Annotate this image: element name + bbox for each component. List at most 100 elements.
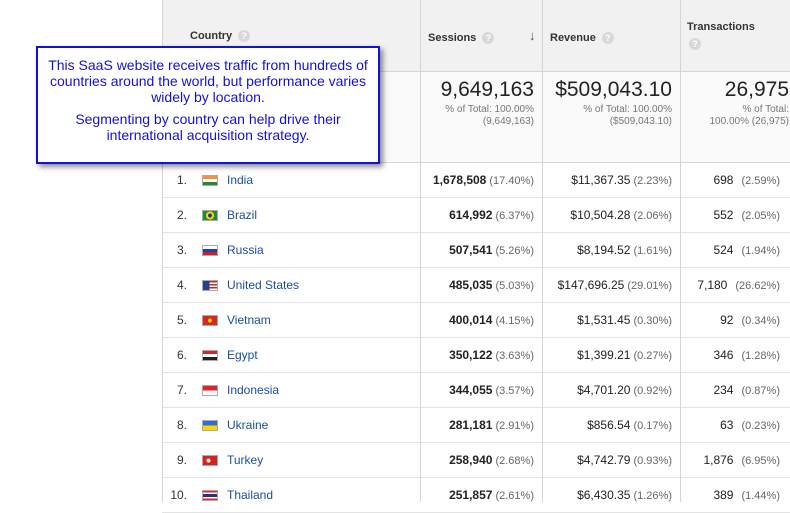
sessions-cell: 485,035 (5.03%) (420, 268, 534, 302)
turkey-flag-icon (202, 455, 218, 466)
revenue-cell: $856.54 (0.17%) (542, 408, 672, 442)
transactions-column-header[interactable]: Transactions (687, 21, 755, 33)
sessions-pct: (6.37%) (495, 210, 534, 222)
sessions-cell: 258,940 (2.68%) (420, 443, 534, 477)
country-link[interactable]: Brazil (227, 198, 257, 232)
sessions-value: 344,055 (449, 383, 493, 397)
revenue-value: $8,194.52 (577, 243, 631, 257)
brazil-flag-icon (202, 210, 218, 221)
row-rank: 3. (176, 243, 187, 257)
total-sessions-abs: (9,649,163) (482, 116, 534, 127)
sessions-pct: (4.15%) (495, 315, 534, 327)
thailand-flag-icon (202, 490, 218, 501)
indonesia-flag-icon (202, 385, 218, 396)
table-row: 6. Egypt 350,122 (3.63%) $1,399.21 (0.27%) 346… (162, 338, 790, 373)
sort-descending-icon[interactable]: ↓ (529, 28, 536, 43)
transactions-cell: 552 (2.05%) (684, 198, 780, 232)
india-flag-icon (202, 175, 218, 186)
help-icon[interactable]: ? (238, 30, 251, 43)
transactions-pct: (1.44%) (741, 490, 780, 502)
column-divider (542, 0, 543, 502)
sessions-column-header[interactable]: Sessions? (428, 32, 495, 45)
sessions-cell: 507,541 (5.26%) (420, 233, 534, 267)
country-link[interactable]: Indonesia (227, 373, 279, 407)
column-divider (420, 0, 421, 502)
country-link[interactable]: Thailand (227, 478, 273, 512)
transactions-cell: 234 (0.87%) (684, 373, 780, 407)
transactions-cell: 7,180 (26.62%) (684, 268, 780, 302)
row-rank: 4. (176, 278, 187, 292)
russia-flag-icon (202, 245, 218, 256)
revenue-value: $1,399.21 (577, 348, 631, 362)
country-link[interactable]: Vietnam (227, 303, 271, 337)
table-row: 5. Vietnam 400,014 (4.15%) $1,531.45 (0.30%) 9… (162, 303, 790, 338)
sessions-value: 251,857 (449, 488, 493, 502)
transactions-value: 1,876 (703, 453, 734, 467)
transactions-pct: (1.28%) (741, 350, 780, 362)
transactions-pct: (0.87%) (741, 385, 780, 397)
sessions-pct: (2.68%) (495, 455, 534, 467)
column-divider (680, 0, 681, 502)
usa-flag-icon (202, 280, 218, 291)
country-column-header[interactable]: Country? (190, 30, 251, 43)
country-header-label: Country (190, 30, 233, 42)
sessions-pct: (17.40%) (489, 175, 534, 187)
transactions-cell: 524 (1.94%) (684, 233, 780, 267)
table-row: 7. Indonesia 344,055 (3.57%) $4,701.20 (0.92%… (162, 373, 790, 408)
table-row: 8. Ukraine 281,181 (2.91%) $856.54 (0.17%) 63(… (162, 408, 790, 443)
revenue-cell: $10,504.28 (2.06%) (542, 198, 672, 232)
row-rank: 7. (176, 383, 187, 397)
sessions-header-label: Sessions (428, 32, 477, 44)
transactions-value: 524 (713, 243, 734, 257)
revenue-column-header[interactable]: Revenue? (550, 32, 614, 45)
sessions-cell: 344,055 (3.57%) (420, 373, 534, 407)
sessions-header-cell[interactable]: Sessions? ↓ (421, 0, 542, 72)
country-link[interactable]: India (227, 163, 253, 197)
sessions-pct: (3.57%) (495, 385, 534, 397)
row-rank: 9. (176, 453, 187, 467)
total-revenue-value: $509,043.10 (555, 78, 672, 101)
row-rank: 2. (176, 208, 187, 222)
vietnam-flag-icon (202, 315, 218, 326)
revenue-cell: $11,367.35 (2.23%) (542, 163, 672, 197)
country-link[interactable]: Egypt (227, 338, 258, 372)
transactions-cell: 346 (1.28%) (684, 338, 780, 372)
sessions-pct: (2.61%) (495, 490, 534, 502)
transactions-pct: (26.62%) (735, 280, 780, 292)
sessions-cell: 350,122 (3.63%) (420, 338, 534, 372)
transactions-header-cell[interactable]: Transactions ? (681, 0, 790, 72)
country-link[interactable]: Turkey (227, 443, 263, 477)
callout-text-2: Segmenting by country can help drive the… (75, 111, 341, 143)
sessions-value: 400,014 (449, 313, 493, 327)
revenue-value: $11,367.35 (571, 173, 631, 187)
transactions-value: 698 (713, 173, 734, 187)
row-rank: 8. (176, 418, 187, 432)
help-icon[interactable]: ? (482, 32, 495, 45)
sessions-value: 485,035 (449, 278, 493, 292)
revenue-pct: (0.27%) (633, 350, 672, 362)
revenue-cell: $1,399.21 (0.27%) (542, 338, 672, 372)
transactions-pct: (1.94%) (741, 245, 780, 257)
table-row: 2. Brazil 614,992 (6.37%) $10,504.28 (2.06%) 5… (162, 198, 790, 233)
transactions-cell: 698 (2.59%) (684, 163, 780, 197)
sessions-cell: 281,181 (2.91%) (420, 408, 534, 442)
transactions-pct: (0.34%) (741, 315, 780, 327)
sessions-pct: (5.26%) (495, 245, 534, 257)
total-transactions-abs: 100.00% (26,975) (709, 116, 789, 127)
total-sessions-subtext: % of Total: 100.00% (9,649,163) (445, 104, 534, 128)
help-icon[interactable]: ? (689, 38, 701, 50)
ukraine-flag-icon (202, 420, 218, 431)
country-link[interactable]: Ukraine (227, 408, 268, 442)
revenue-pct: (0.92%) (633, 385, 672, 397)
revenue-header-cell[interactable]: Revenue? (543, 0, 680, 72)
transactions-cell: 389 (1.44%) (684, 478, 780, 512)
transactions-cell: 63 (0.23%) (684, 408, 780, 442)
country-link[interactable]: Russia (227, 233, 264, 267)
total-revenue-abs: ($509,043.10) (609, 116, 672, 127)
annotation-callout: This SaaS website receives traffic from … (36, 46, 380, 164)
help-icon[interactable]: ? (601, 32, 614, 45)
revenue-value: $1,531.45 (577, 313, 631, 327)
transactions-pct: (2.59%) (741, 175, 780, 187)
transactions-pct: (2.05%) (741, 210, 780, 222)
country-link[interactable]: United States (227, 268, 299, 302)
